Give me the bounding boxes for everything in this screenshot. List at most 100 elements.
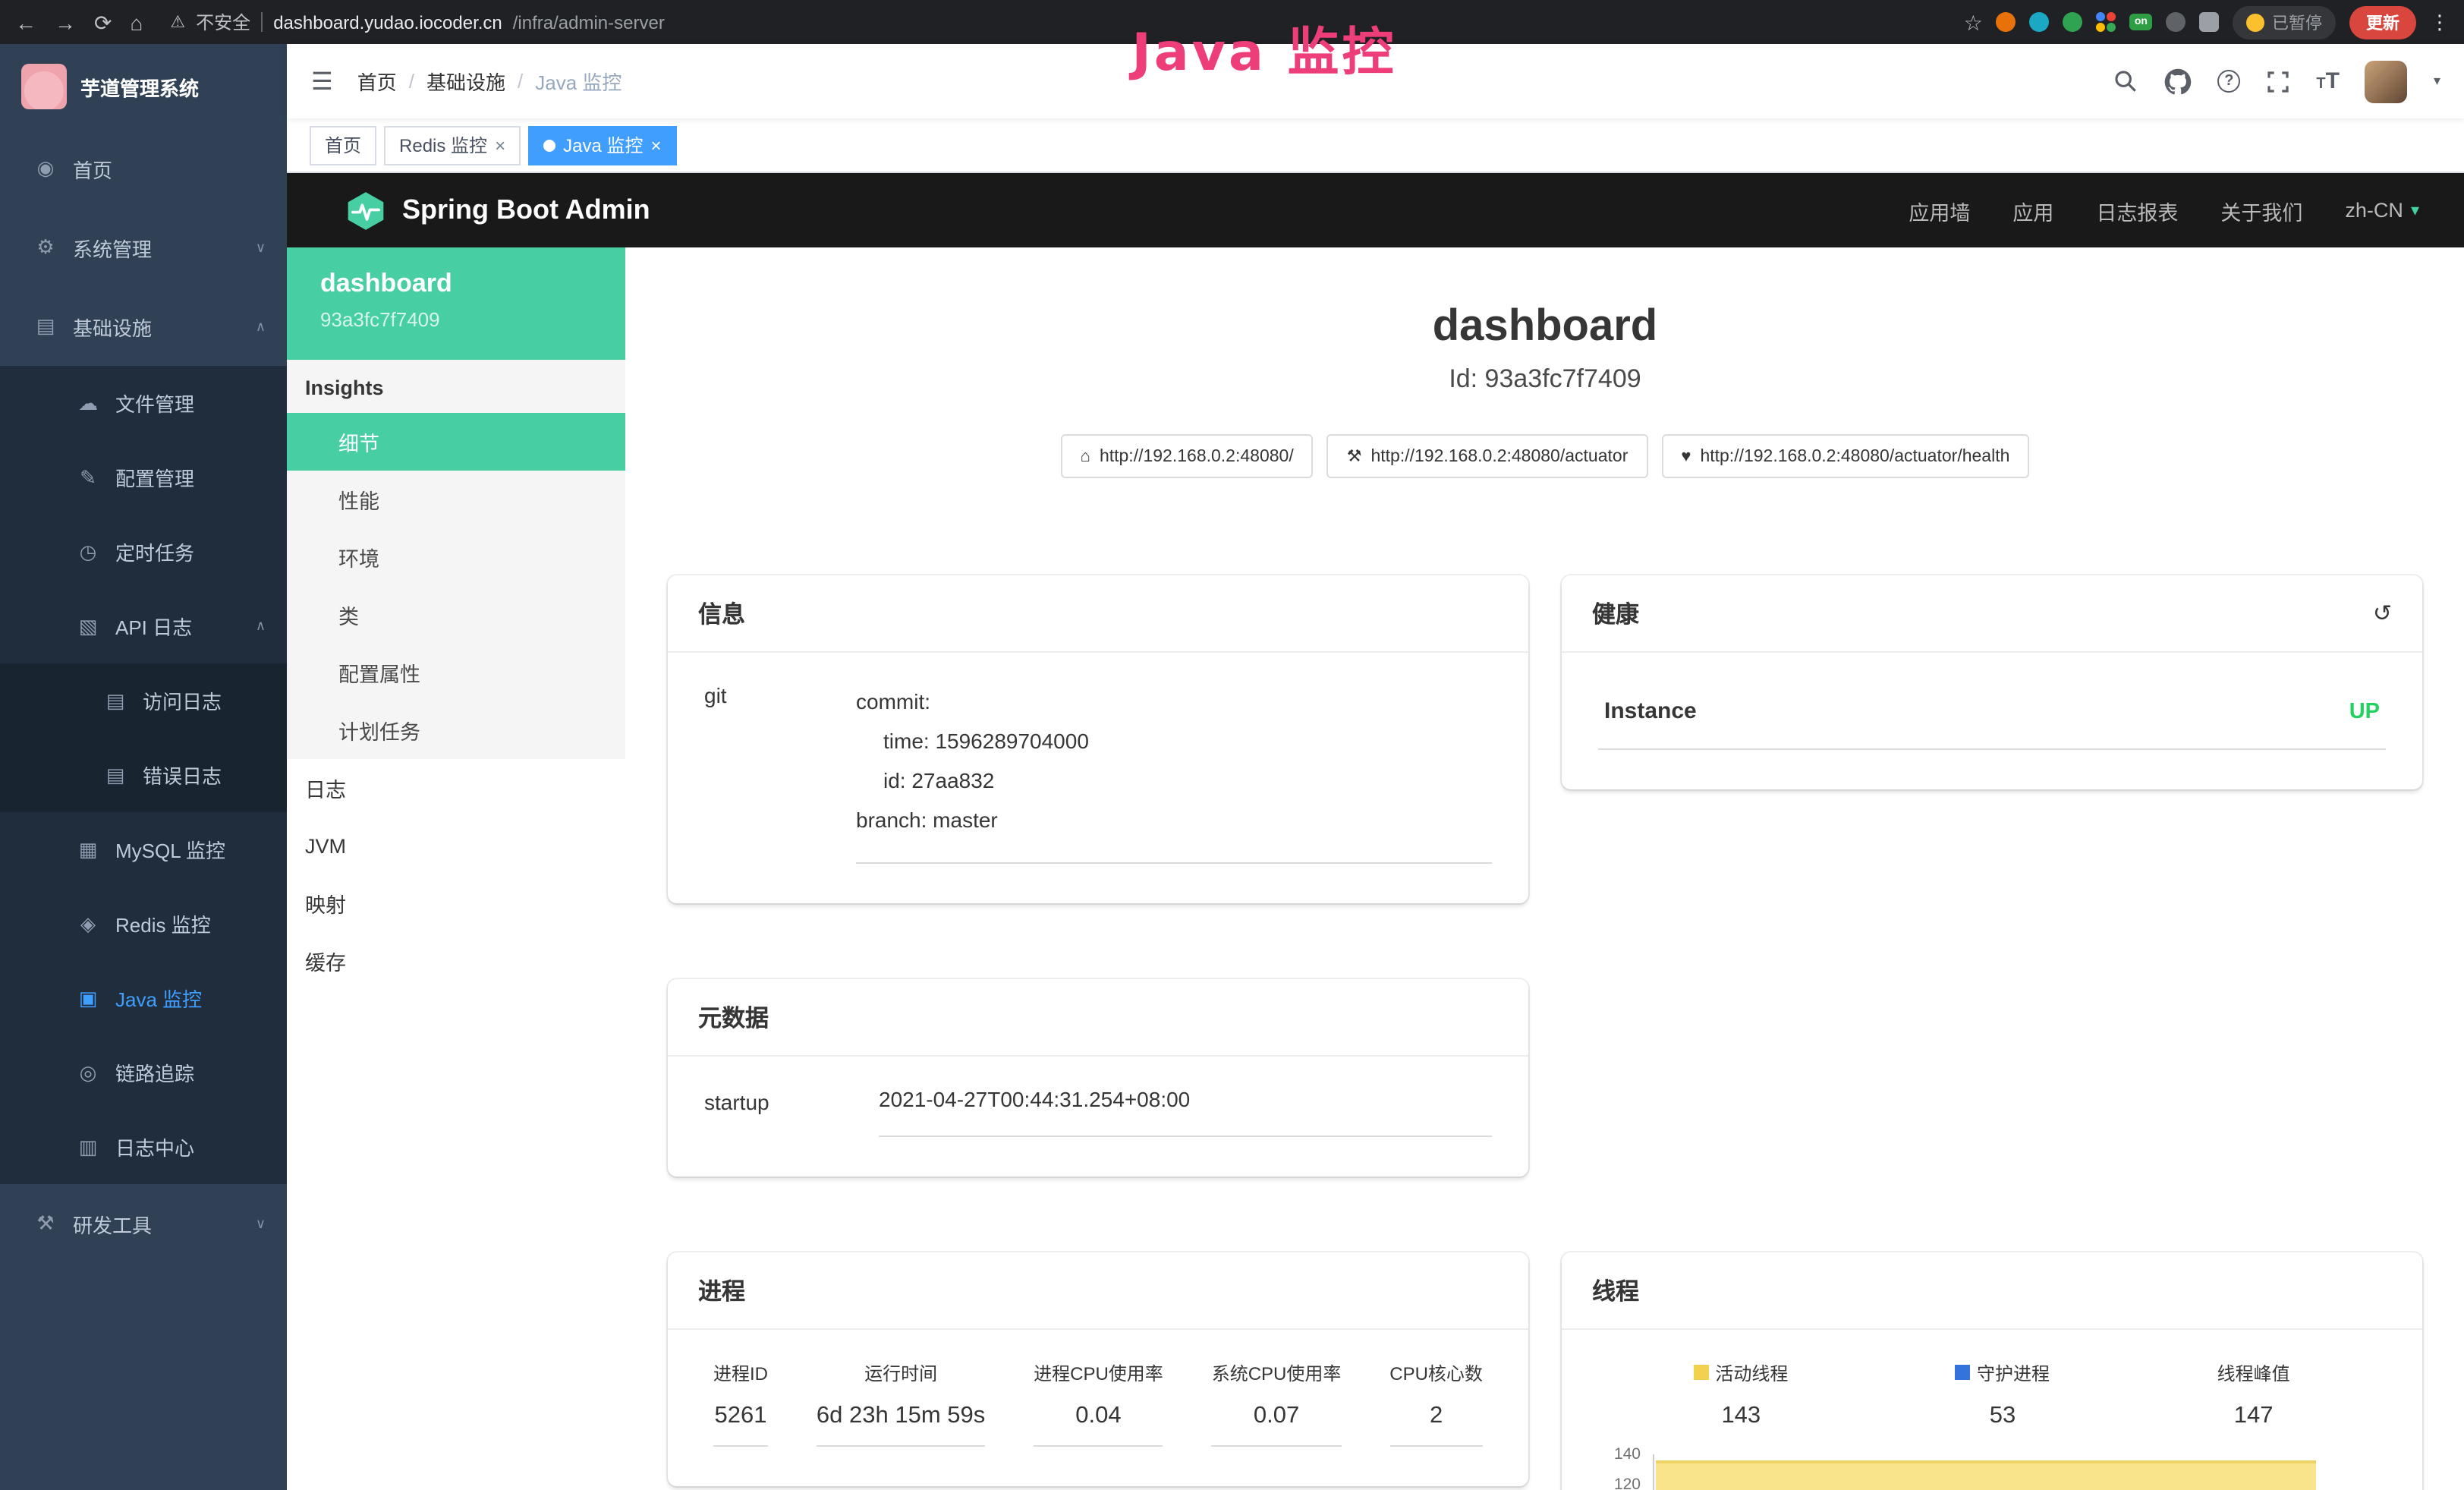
panel-item-classes[interactable]: 类 — [287, 586, 625, 644]
font-size-icon[interactable]: TT — [2316, 68, 2340, 95]
paused-label: 已暂停 — [2272, 10, 2322, 34]
panel-item-mappings[interactable]: 映射 — [287, 874, 625, 932]
metadata-card: 元数据 startup 2021-04-27T00:44:31.254+08:0… — [668, 978, 1528, 1176]
sidebar-item-label: 链路追踪 — [115, 1058, 194, 1087]
chevron-down-icon: ▾ — [2411, 200, 2419, 220]
sba-brand[interactable]: Spring Boot Admin — [345, 189, 650, 232]
panel-item-metrics[interactable]: 性能 — [287, 471, 625, 528]
sidebar-item-log-center[interactable]: ▥ 日志中心 — [0, 1110, 287, 1184]
legend-daemon-threads: 守护进程 53 — [1956, 1359, 2050, 1429]
bookmark-star-icon[interactable]: ☆ — [1964, 11, 1983, 33]
google-apps-icon[interactable] — [2097, 12, 2116, 32]
spring-boot-admin-frame: Spring Boot Admin 应用墙 应用 日志报表 关于我们 zh-CN… — [287, 173, 2464, 1490]
sidebar-item-label: 定时任务 — [115, 537, 194, 566]
health-url-button[interactable]: ♥ http://192.168.0.2:48080/actuator/heal… — [1661, 434, 2029, 478]
panel-item-caches[interactable]: 缓存 — [287, 932, 625, 990]
sidebar-item-label: 错误日志 — [143, 761, 222, 789]
sidebar-item-api-logs[interactable]: ▧ API 日志 ∧ — [0, 589, 287, 663]
reload-icon[interactable]: ⟳ — [94, 11, 112, 33]
metadata-value: 2021-04-27T00:44:31.254+08:00 — [879, 1086, 1492, 1136]
sidebar-item-scheduled-jobs[interactable]: ◷ 定时任务 — [0, 515, 287, 589]
sidebar-item-access-logs[interactable]: ▤ 访问日志 — [0, 663, 287, 738]
health-instance-row[interactable]: Instance UP — [1598, 683, 2386, 750]
sidebar-item-label: 文件管理 — [115, 389, 194, 417]
browser-menu-icon[interactable]: ⋮ — [2430, 10, 2450, 34]
threads-card: 线程 活动线程 143 — [1562, 1252, 2422, 1490]
actuator-url-button[interactable]: ⚒ http://192.168.0.2:48080/actuator — [1327, 434, 1648, 478]
extension-icon-leaf[interactable] — [2166, 12, 2186, 32]
metadata-key: startup — [704, 1086, 879, 1136]
breadcrumb-item-current: Java 监控 — [535, 67, 622, 96]
panel-item-environment[interactable]: 环境 — [287, 528, 625, 586]
locale-label: zh-CN — [2345, 199, 2403, 222]
paused-badge[interactable]: 已暂停 — [2233, 5, 2336, 39]
sidebar-item-java-monitor[interactable]: ▣ Java 监控 — [0, 961, 287, 1035]
breadcrumb-item[interactable]: 基础设施 — [426, 67, 505, 96]
extension-icon-orange[interactable] — [1997, 12, 2016, 32]
instance-header[interactable]: dashboard 93a3fc7f7409 — [287, 247, 625, 360]
legend-value: 53 — [1990, 1402, 2016, 1429]
sba-instance-panel: dashboard 93a3fc7f7409 Insights 细节 性能 环境… — [287, 247, 625, 1490]
tab-home[interactable]: 首页 — [310, 125, 376, 165]
legend-label: 活动线程 — [1715, 1359, 1788, 1385]
sidebar-item-config-management[interactable]: ✎ 配置管理 — [0, 440, 287, 515]
card-title: 元数据 — [668, 978, 1528, 1056]
security-warning-icon: ⚠ — [170, 12, 185, 32]
card-title: 信息 — [668, 575, 1528, 653]
user-avatar[interactable] — [2365, 60, 2408, 102]
fullscreen-icon[interactable] — [2266, 69, 2290, 93]
forward-icon[interactable]: → — [55, 11, 76, 33]
chevron-down-icon: ∨ — [256, 1215, 266, 1232]
extension-icon-teal[interactable] — [2030, 12, 2050, 32]
sidebar-item-trace[interactable]: ◎ 链路追踪 — [0, 1035, 287, 1110]
browser-toolbar-right: ☆ on 已暂停 更新 ⋮ — [1964, 5, 2450, 39]
sidebar-item-mysql-monitor[interactable]: ▦ MySQL 监控 — [0, 812, 287, 887]
stat-pid: 进程ID 5261 — [713, 1359, 768, 1446]
back-icon[interactable]: ← — [15, 11, 36, 33]
hamburger-icon[interactable]: ☰ — [311, 66, 333, 96]
help-icon[interactable]: ? — [2217, 70, 2240, 93]
history-icon[interactable]: ↺ — [2373, 600, 2392, 627]
puzzle-extension-icon[interactable] — [2199, 12, 2219, 32]
sidebar-item-dev-tools[interactable]: ⚒ 研发工具 ∨ — [0, 1184, 287, 1263]
sba-nav-about[interactable]: 关于我们 — [2220, 195, 2302, 225]
panel-item-jvm[interactable]: JVM — [287, 817, 625, 874]
address-bar[interactable]: ⚠ 不安全 dashboard.yudao.iocoder.cn/infra/a… — [170, 9, 664, 35]
close-icon[interactable]: × — [650, 134, 661, 156]
log-icon: ▧ — [76, 614, 100, 638]
service-url-button[interactable]: ⌂ http://192.168.0.2:48080/ — [1061, 434, 1314, 478]
sidebar-item-infrastructure[interactable]: ▤ 基础设施 ∧ — [0, 287, 287, 366]
instance-id: 93a3fc7f7409 — [320, 308, 625, 331]
tab-redis-monitor[interactable]: Redis 监控 × — [384, 125, 521, 165]
sba-locale-select[interactable]: zh-CN ▾ — [2345, 199, 2419, 222]
security-label[interactable]: 不安全 — [196, 9, 250, 35]
search-icon[interactable] — [2113, 68, 2138, 94]
sidebar-item-file-management[interactable]: ☁ 文件管理 — [0, 366, 287, 440]
breadcrumb-item[interactable]: 首页 — [357, 67, 397, 96]
avatar-caret-icon[interactable]: ▾ — [2434, 73, 2440, 90]
sidebar-item-label: MySQL 监控 — [115, 835, 225, 864]
extension-icon-green[interactable] — [2063, 12, 2083, 32]
sba-nav-journal[interactable]: 日志报表 — [2096, 195, 2178, 225]
sba-nav-wallboard[interactable]: 应用墙 — [1909, 195, 1970, 225]
home-icon[interactable]: ⌂ — [130, 11, 143, 33]
panel-item-details[interactable]: 细节 — [287, 413, 625, 471]
github-icon[interactable] — [2164, 68, 2192, 95]
chevron-down-icon: ∨ — [256, 239, 266, 256]
sidebar-item-system-management[interactable]: ⚙ 系统管理 ∨ — [0, 208, 287, 287]
panel-item-config-props[interactable]: 配置属性 — [287, 644, 625, 701]
update-button[interactable]: 更新 — [2349, 5, 2416, 39]
sidebar-item-error-logs[interactable]: ▤ 错误日志 — [0, 738, 287, 812]
sidebar-item-redis-monitor[interactable]: ◈ Redis 监控 — [0, 887, 287, 961]
sidebar-item-label: Java 监控 — [115, 984, 202, 1013]
close-icon[interactable]: × — [495, 134, 505, 156]
stat-label: 进程ID — [713, 1359, 768, 1385]
sba-nav-applications[interactable]: 应用 — [2012, 195, 2053, 225]
tab-java-monitor[interactable]: Java 监控 × — [528, 125, 676, 165]
panel-item-scheduled-tasks[interactable]: 计划任务 — [287, 701, 625, 759]
sidebar-item-home[interactable]: ◉ 首页 — [0, 129, 287, 208]
app-logo[interactable]: 芋道管理系统 — [0, 44, 287, 129]
on-badge-icon[interactable]: on — [2130, 14, 2152, 30]
stat-value: 2 — [1389, 1402, 1483, 1446]
panel-item-logs[interactable]: 日志 — [287, 759, 625, 817]
